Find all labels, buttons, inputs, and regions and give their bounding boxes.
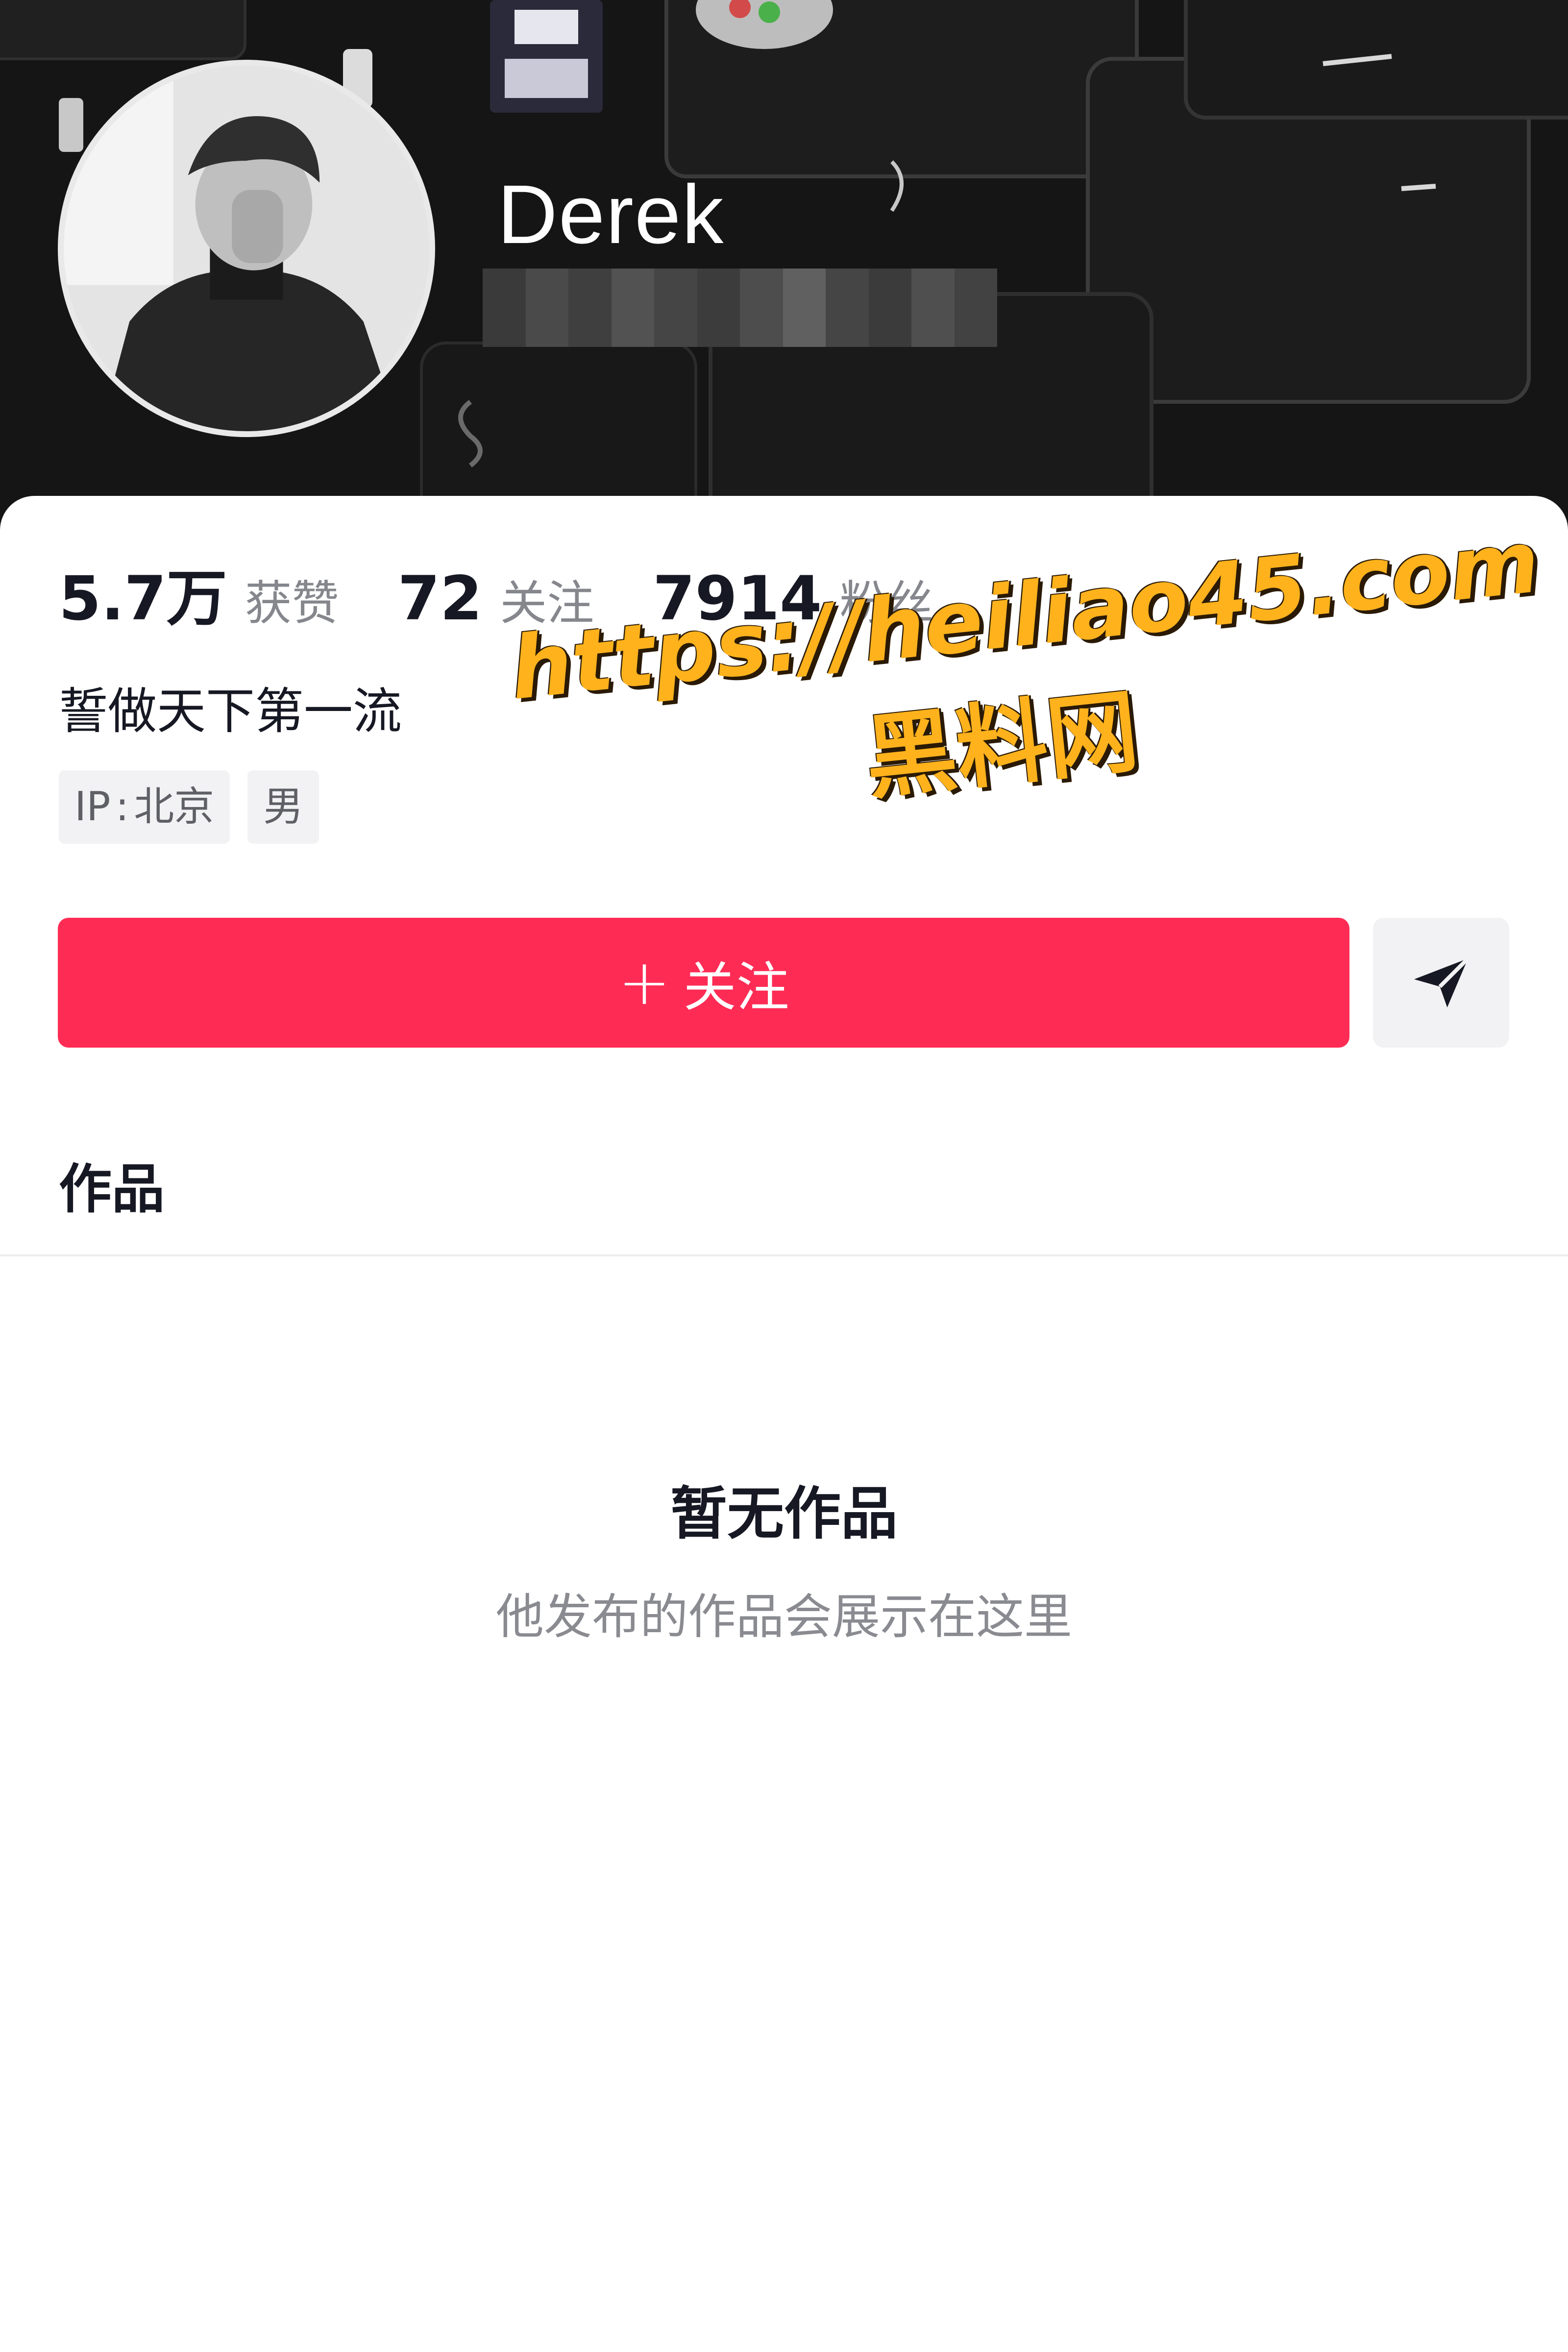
stat-likes-label: 获赞: [245, 576, 339, 631]
ip-location-tag: IP : 北京: [59, 770, 230, 844]
tab-divider: [0, 1254, 1568, 1256]
stat-followers-value: 7914: [653, 564, 822, 634]
stat-following[interactable]: 72 关注: [398, 564, 594, 634]
stat-following-value: 72: [397, 564, 483, 634]
paper-plane-icon: [1414, 956, 1470, 1007]
empty-state-subtitle: 他发布的作品会展示在这里: [495, 1589, 1072, 1645]
follow-button-label: 关注: [683, 956, 789, 1018]
profile-bio: 誓做天下第一流: [59, 683, 402, 740]
profile-tags: IP : 北京 男: [59, 770, 337, 844]
profile-nickname: Derek: [497, 168, 725, 261]
empty-state-title: 暂无作品: [670, 1481, 898, 1547]
ip-value: 北京: [134, 784, 215, 830]
plus-icon: +: [618, 946, 671, 1019]
gender-tag: 男: [247, 770, 319, 844]
avatar[interactable]: [58, 60, 435, 437]
stat-followers-label: 粉丝: [839, 576, 934, 631]
stat-likes-value: 5.7万: [59, 564, 227, 634]
message-button[interactable]: [1373, 918, 1509, 1048]
stat-likes[interactable]: 5.7万 获赞: [59, 549, 339, 637]
profile-stats: 5.7万 获赞 72 关注 7914 粉丝: [59, 549, 992, 637]
blurred-account-id: [483, 269, 997, 347]
ip-separator: :: [115, 784, 129, 830]
profile-banner: Derek: [0, 0, 1568, 529]
stat-following-label: 关注: [500, 576, 594, 631]
stat-followers[interactable]: 7914 粉丝: [653, 564, 933, 634]
avatar-photo-icon: [64, 66, 429, 431]
follow-button[interactable]: + 关注: [58, 918, 1349, 1048]
tab-works[interactable]: 作品: [59, 1147, 165, 1223]
gender-value: 男: [263, 784, 304, 830]
ip-label: IP: [74, 784, 111, 830]
